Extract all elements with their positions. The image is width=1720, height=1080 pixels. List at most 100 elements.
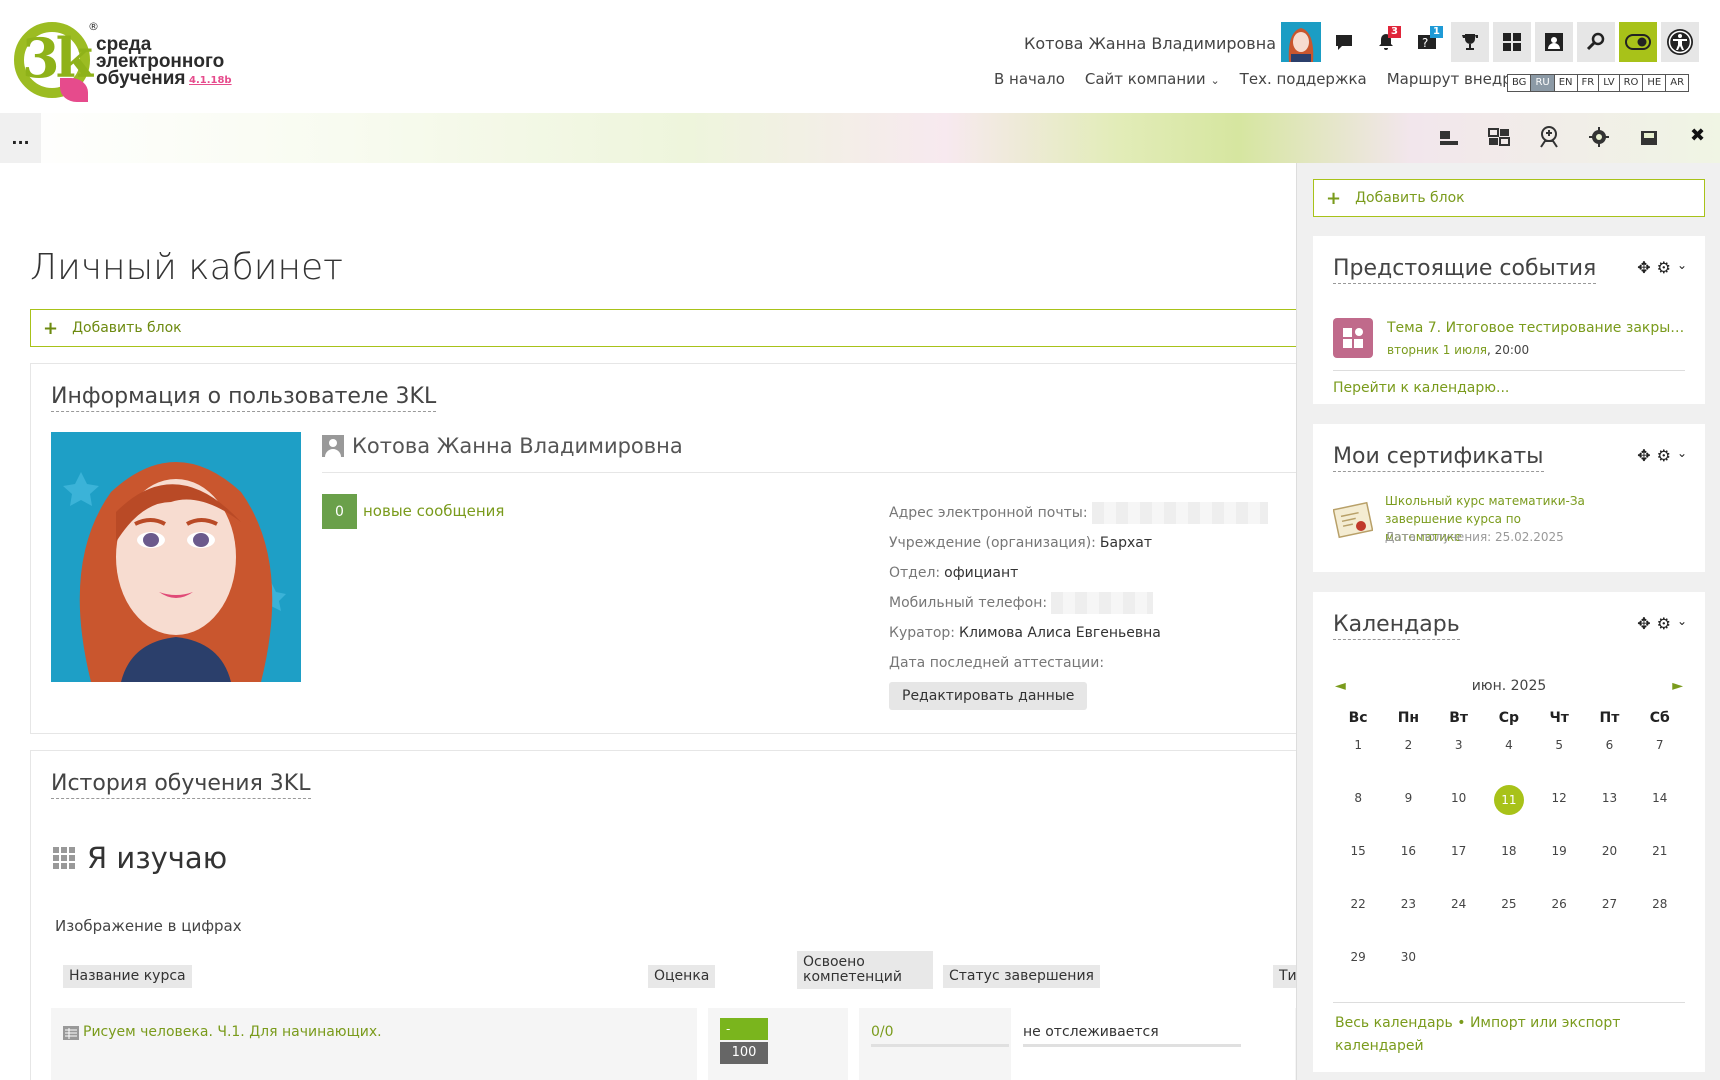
upcoming-events-title[interactable]: Предстоящие события (1333, 256, 1597, 284)
column-competencies[interactable]: Освоено компетенций (797, 951, 933, 989)
calendar-day[interactable]: 20 (1584, 840, 1634, 893)
achievements-button[interactable] (1451, 22, 1489, 62)
calendar-day[interactable]: 1 (1333, 734, 1383, 787)
calendar-day[interactable]: 10 (1434, 787, 1484, 840)
user-avatar-small[interactable] (1281, 22, 1321, 62)
calendar-day[interactable]: 3 (1434, 734, 1484, 787)
calendar-day[interactable]: 30 (1383, 946, 1433, 999)
calendar-day-number: 8 (1354, 791, 1362, 805)
calendar-day[interactable]: 7 (1635, 734, 1685, 787)
next-month-button[interactable]: ► (1672, 678, 1683, 694)
nav-home[interactable]: В начало (994, 70, 1065, 88)
logo[interactable]: 3k ® среда электронного обучения 4.1.18b (12, 18, 232, 104)
questions-button[interactable]: ? 1 (1409, 22, 1447, 62)
upcoming-events-block: Предстоящие события ✥ ⚙ ⌄ Тема 7. Итогов… (1313, 236, 1705, 404)
lang-ar[interactable]: AR (1665, 74, 1690, 92)
course-link[interactable]: Рисуем человека. Ч.1. Для начинающих. (83, 1024, 382, 1040)
prev-month-button[interactable]: ◄ (1335, 678, 1346, 694)
theme-toggle-button[interactable] (1619, 22, 1657, 62)
calendar-day[interactable]: 8 (1333, 787, 1383, 840)
calendar-day[interactable]: 23 (1383, 893, 1433, 946)
calendar-day-number: 23 (1400, 897, 1417, 911)
calendar-day[interactable]: 11 (1484, 785, 1534, 840)
messages-count-badge[interactable]: 0 (322, 494, 357, 529)
calendar-title[interactable]: Календарь (1333, 612, 1460, 640)
gear-icon[interactable]: ⚙ (1657, 614, 1671, 633)
drawer-toggle-button[interactable]: ... (0, 113, 41, 163)
calendar-day[interactable]: 22 (1333, 893, 1383, 946)
competencies-link[interactable]: 0/0 (871, 1024, 894, 1040)
new-messages-link[interactable]: новые сообщения (363, 502, 504, 520)
lang-fr[interactable]: FR (1576, 74, 1600, 92)
nav-support[interactable]: Тех. поддержка (1240, 70, 1367, 88)
certificates-title[interactable]: Мои сертификаты (1333, 444, 1544, 472)
lang-en[interactable]: EN (1553, 74, 1578, 92)
full-calendar-link[interactable]: Весь календарь (1335, 1015, 1453, 1031)
sidebar-add-block-button[interactable]: + Добавить блок (1313, 179, 1705, 217)
chevron-down-icon[interactable]: ⌄ (1677, 446, 1687, 465)
calendar-day[interactable]: 17 (1434, 840, 1484, 893)
weekday-label: Вс (1348, 710, 1368, 726)
calendar-day[interactable]: 12 (1534, 787, 1584, 840)
gear-icon[interactable]: ⚙ (1657, 446, 1671, 465)
calendar-day[interactable]: 28 (1635, 893, 1685, 946)
save-icon[interactable] (1636, 123, 1662, 151)
lang-bg[interactable]: BG (1507, 74, 1532, 92)
move-icon[interactable]: ✥ (1637, 258, 1650, 277)
calendar-day[interactable]: 6 (1584, 734, 1634, 787)
column-grade[interactable]: Оценка (648, 965, 716, 988)
nav-company-site[interactable]: Сайт компании ⌄ (1085, 70, 1220, 88)
calendar-day[interactable]: 18 (1484, 840, 1534, 893)
search-button[interactable] (1577, 22, 1615, 62)
calendar-day[interactable]: 9 (1383, 787, 1433, 840)
move-icon[interactable]: ✥ (1637, 446, 1650, 465)
calendar-day[interactable]: 25 (1484, 893, 1534, 946)
user-help-icon[interactable] (1536, 123, 1562, 151)
calendar-day[interactable]: 16 (1383, 840, 1433, 893)
profile-card-button[interactable] (1535, 22, 1573, 62)
calendar-day[interactable]: 29 (1333, 946, 1383, 999)
notifications-button[interactable]: 3 (1367, 22, 1405, 62)
lang-he[interactable]: HE (1642, 74, 1667, 92)
messages-button[interactable] (1325, 22, 1363, 62)
lang-ru[interactable]: RU (1530, 74, 1555, 92)
calendar-day[interactable]: 21 (1635, 840, 1685, 893)
catalog-icon[interactable] (1486, 123, 1512, 151)
close-icon[interactable]: ✖ (1690, 125, 1705, 146)
courses-icon[interactable] (1436, 123, 1462, 151)
calendar-day[interactable]: 24 (1434, 893, 1484, 946)
calendar-day[interactable]: 5 (1534, 734, 1584, 787)
lang-ro[interactable]: RO (1618, 74, 1644, 92)
user-name-top[interactable]: Котова Жанна Владимировна (1024, 34, 1276, 53)
user-avatar (51, 432, 301, 682)
edit-profile-button[interactable]: Редактировать данные (889, 682, 1088, 710)
calendar-day[interactable]: 26 (1534, 893, 1584, 946)
calendar-day[interactable]: 27 (1584, 893, 1634, 946)
calendar-day[interactable]: 14 (1635, 787, 1685, 840)
move-icon[interactable]: ✥ (1637, 614, 1650, 633)
column-status[interactable]: Статус завершения (943, 965, 1100, 988)
calendar-day[interactable]: 19 (1534, 840, 1584, 893)
accessibility-button[interactable] (1661, 22, 1699, 62)
calendar-day[interactable]: 15 (1333, 840, 1383, 893)
go-to-calendar-link[interactable]: Перейти к календарю... (1333, 380, 1509, 396)
lang-lv[interactable]: LV (1598, 74, 1620, 92)
event-day-link[interactable]: вторник 1 июля (1387, 343, 1487, 357)
gear-icon[interactable] (1586, 123, 1612, 151)
add-block-button[interactable]: + Добавить блок (30, 309, 1296, 347)
dashboard-button[interactable] (1493, 22, 1531, 62)
event-title-link[interactable]: Тема 7. Итоговое тестирование закрыв... (1387, 320, 1687, 336)
history-title[interactable]: История обучения 3KL (51, 771, 311, 799)
field-label: Отдел: (889, 565, 941, 581)
block-controls: ✥ ⚙ ⌄ (1637, 446, 1687, 465)
calendar-day[interactable]: 13 (1584, 787, 1634, 840)
column-type[interactable]: Ти (1273, 965, 1296, 988)
chevron-down-icon[interactable]: ⌄ (1677, 614, 1687, 633)
calendar-day[interactable]: 4 (1484, 734, 1534, 787)
user-info-title[interactable]: Информация о пользователе 3KL (51, 384, 437, 412)
version-label[interactable]: 4.1.18b (189, 75, 232, 86)
gear-icon[interactable]: ⚙ (1657, 258, 1671, 277)
chevron-down-icon[interactable]: ⌄ (1677, 258, 1687, 277)
calendar-day[interactable]: 2 (1383, 734, 1433, 787)
column-course-name[interactable]: Название курса (63, 965, 192, 988)
